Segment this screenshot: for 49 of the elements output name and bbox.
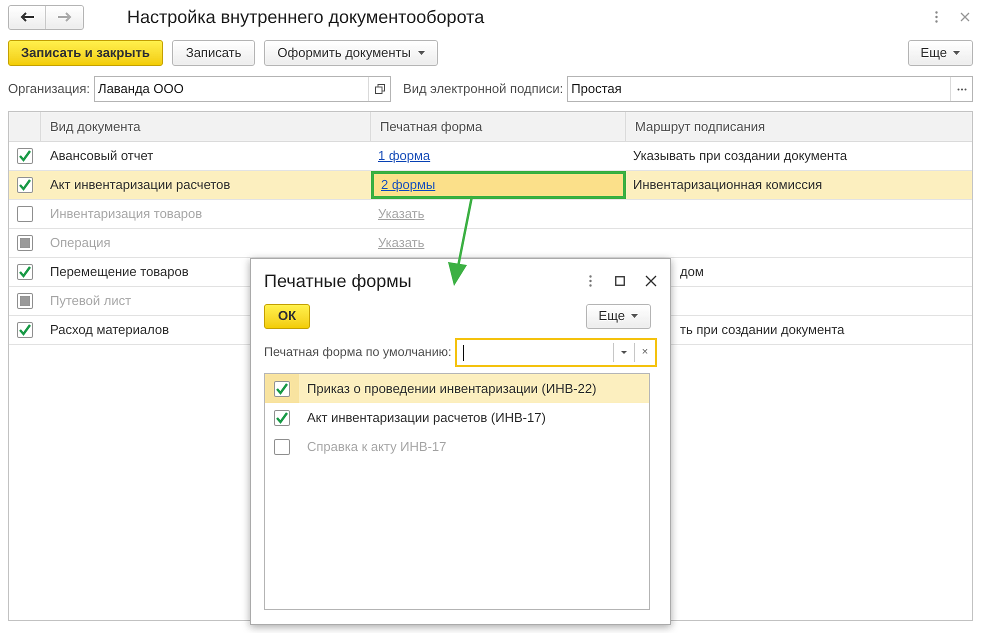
toolbar-button[interactable]: Оформить документы	[264, 40, 438, 66]
window-title: Настройка внутреннего документооборота	[127, 6, 484, 29]
more-button[interactable]: Еще	[586, 304, 651, 328]
input-field[interactable]: ×	[454, 338, 657, 367]
right-arrow-icon	[58, 12, 72, 22]
table-cell-text: Авансовый отчет	[50, 147, 154, 166]
field-label: Организация:	[8, 80, 90, 98]
input-field[interactable]: Лаванда ООО	[94, 76, 392, 102]
checkbox[interactable]	[274, 380, 290, 396]
form-link[interactable]: 2 формы	[381, 175, 436, 195]
caret-icon	[631, 314, 638, 318]
caret-icon	[418, 51, 425, 55]
input-field[interactable]: Простая	[567, 76, 973, 102]
table-cell-text: Инвентаризационная комиссия	[633, 176, 822, 194]
checkbox[interactable]	[17, 322, 33, 338]
column-header[interactable]: Маршрут подписания	[635, 116, 766, 136]
toolbar-button[interactable]: Записать	[172, 40, 256, 66]
table-cell-text: Расход материалов	[50, 321, 169, 340]
table-cell-text: ть при создании документа	[680, 321, 844, 340]
checkbox[interactable]	[17, 264, 33, 280]
checkbox[interactable]	[17, 177, 33, 193]
caret-icon	[621, 351, 627, 354]
field-label: Печатная форма по умолчанию:	[264, 344, 452, 362]
selected-row[interactable]: Акт инвентаризации расчетов 2 формы Инвентаризационная комиссия	[9, 171, 972, 200]
more-button[interactable]: Еще	[908, 40, 973, 66]
table-cell-text: Перемещение товаров	[50, 263, 189, 282]
checkbox[interactable]	[274, 410, 290, 426]
table-cell-text: Операция	[50, 234, 111, 252]
list-item[interactable]: Акт инвентаризации расчетов (ИНВ-17)	[307, 408, 546, 428]
table-cell-text: Инвентаризация товаров	[50, 205, 202, 224]
table-cell-text: дом	[680, 263, 704, 282]
column-header[interactable]: Печатная форма	[380, 116, 482, 136]
toolbar-button[interactable]: Записать и закрыть	[8, 40, 163, 66]
clear-button[interactable]: ×	[634, 343, 655, 362]
ok-button[interactable]: ОК	[264, 304, 310, 328]
column-header[interactable]: Вид документа	[50, 116, 141, 136]
left-arrow-icon	[20, 12, 34, 22]
form-link[interactable]: 1 форма	[378, 146, 430, 166]
maximize-icon[interactable]	[614, 275, 626, 287]
close-icon[interactable]	[644, 274, 657, 288]
table-cell-text: Акт инвентаризации расчетов	[50, 176, 230, 194]
table-cell-text: Путевой лист	[50, 292, 132, 310]
dialog-title: Печатные формы	[264, 270, 412, 293]
checkbox[interactable]	[17, 148, 33, 164]
caret-icon	[953, 51, 960, 55]
selected-row[interactable]: Приказ о проведении инвентаризации (ИНВ-22)	[265, 374, 649, 403]
field-label: Вид электронной подписи:	[403, 80, 564, 98]
list-item[interactable]: Приказ о проведении инвентаризации (ИНВ-22)	[307, 378, 596, 398]
table-cell-text: Указывать при создании документа	[633, 147, 848, 166]
